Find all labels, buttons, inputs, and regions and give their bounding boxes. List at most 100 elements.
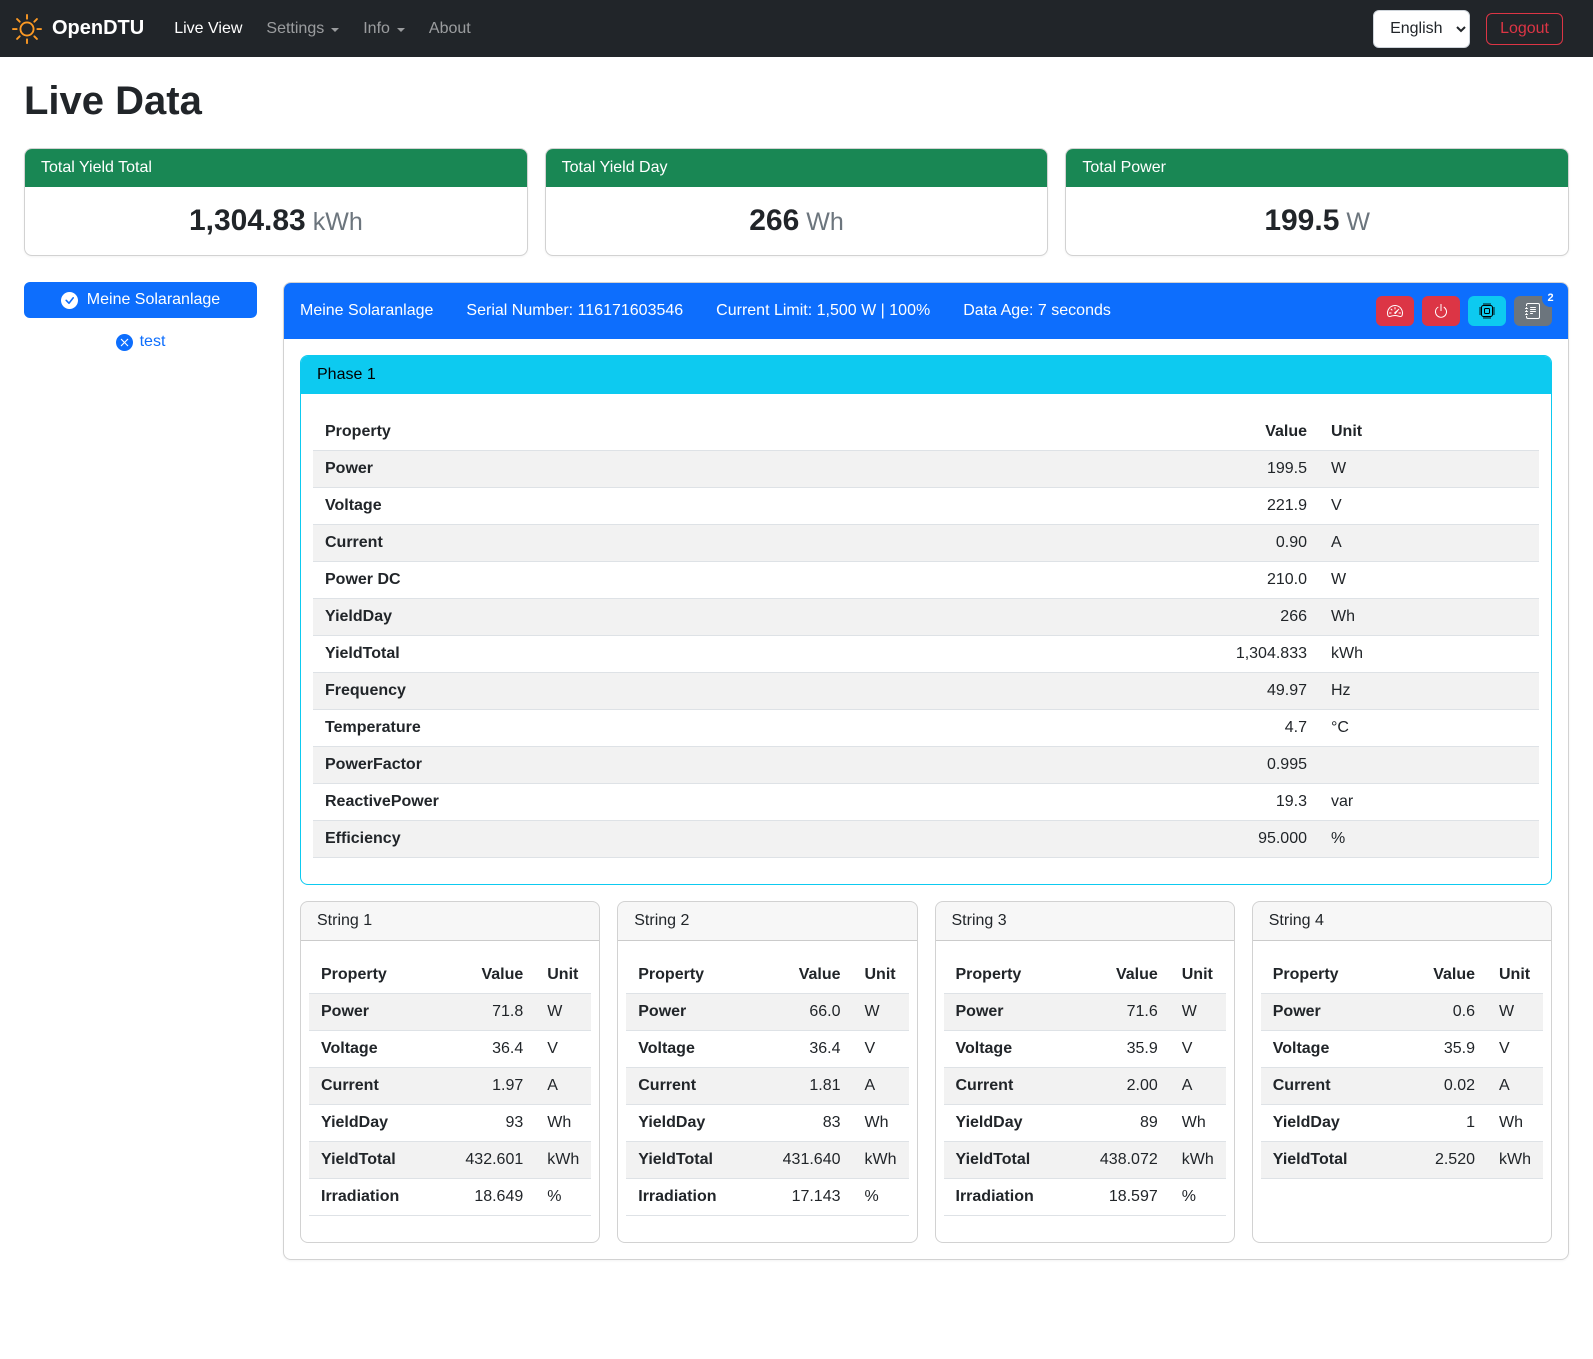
unit-cell: Wh [1170, 1105, 1226, 1142]
nav-item-label: Settings [266, 20, 324, 38]
language-select[interactable]: English [1373, 10, 1470, 48]
string-table-body: Power71.6WVoltage35.9VCurrent2.00AYieldD… [944, 994, 1226, 1216]
limit-settings-button[interactable] [1376, 296, 1414, 326]
nav-item-about[interactable]: About [417, 12, 483, 46]
property-cell: Power [313, 451, 1189, 488]
column-header-unit: Unit [1170, 957, 1226, 994]
string-table-body: Power71.8WVoltage36.4VCurrent1.97AYieldD… [309, 994, 591, 1216]
strings-row: String 1 Property Value Unit [300, 901, 1552, 1243]
column-header-property: Property [309, 957, 453, 994]
table-row: PowerFactor0.995 [313, 747, 1539, 784]
brand[interactable]: OpenDTU [12, 14, 144, 44]
value-cell: 71.8 [453, 994, 535, 1031]
property-cell: YieldTotal [944, 1142, 1088, 1179]
page-title: Live Data [24, 79, 1569, 124]
value-cell: 266 [1189, 599, 1319, 636]
table-header-row: Property Value Unit [309, 957, 591, 994]
table-row: Temperature4.7°C [313, 710, 1539, 747]
property-cell: Temperature [313, 710, 1189, 747]
table-row: Voltage36.4V [309, 1031, 591, 1068]
property-cell: Current [944, 1068, 1088, 1105]
property-cell: Voltage [944, 1031, 1088, 1068]
event-log-icon [1525, 303, 1541, 319]
string-card-title: String 3 [936, 902, 1234, 941]
unit-cell: W [535, 994, 591, 1031]
column-header-unit: Unit [853, 957, 909, 994]
property-cell: Efficiency [313, 821, 1189, 858]
summary-unit: W [1346, 208, 1370, 236]
value-cell: 0.02 [1405, 1068, 1487, 1105]
event-log-button[interactable]: 2 [1514, 296, 1552, 326]
inverter-panel: Meine Solaranlage Serial Number: 1161716… [283, 282, 1569, 1260]
summary-card-title: Total Power [1066, 149, 1568, 187]
table-row: ReactivePower19.3var [313, 784, 1539, 821]
table-row: Irradiation17.143% [626, 1179, 908, 1216]
inverter-panel-header: Meine Solaranlage Serial Number: 1161716… [284, 283, 1568, 339]
nav-item-info[interactable]: Info [351, 12, 417, 46]
summary-unit: kWh [313, 208, 363, 236]
value-cell: 18.649 [453, 1179, 535, 1216]
nav-item-live-view[interactable]: Live View [162, 12, 254, 46]
nav-item-label: About [429, 20, 471, 38]
string-card-title: String 4 [1253, 902, 1551, 941]
value-cell: 1.97 [453, 1068, 535, 1105]
unit-cell: A [1170, 1068, 1226, 1105]
summary-card-value: 199.5W [1066, 187, 1568, 255]
table-row: Frequency49.97Hz [313, 673, 1539, 710]
nav-item-settings[interactable]: Settings [254, 12, 351, 46]
event-count-badge: 2 [1542, 290, 1559, 307]
property-cell: YieldDay [944, 1105, 1088, 1142]
value-cell: 35.9 [1088, 1031, 1170, 1068]
inverter-name: Meine Solaranlage [300, 302, 433, 320]
main-grid: Meine Solaranlage test Meine Solaranlage… [24, 282, 1569, 1260]
property-cell: Voltage [626, 1031, 770, 1068]
table-row: YieldTotal432.601kWh [309, 1142, 591, 1179]
logout-button[interactable]: Logout [1486, 13, 1563, 45]
nav-item-label: Info [363, 20, 390, 38]
unit-cell: W [853, 994, 909, 1031]
device-info-button[interactable] [1468, 296, 1506, 326]
unit-cell: var [1319, 784, 1539, 821]
table-row: YieldTotal438.072kWh [944, 1142, 1226, 1179]
unit-cell: Wh [1319, 599, 1539, 636]
table-row: Voltage35.9V [944, 1031, 1226, 1068]
device-info-cpu-icon [1479, 303, 1495, 319]
table-row: Voltage35.9V [1261, 1031, 1543, 1068]
string-card-3: String 3 Property Value Unit [935, 901, 1235, 1243]
sidebar-item-test[interactable]: test [24, 333, 257, 351]
sun-icon [12, 14, 42, 44]
value-cell: 18.597 [1088, 1179, 1170, 1216]
power-toggle-button[interactable] [1422, 296, 1460, 326]
unit-cell: kWh [1319, 636, 1539, 673]
summary-card-total-power: Total Power 199.5W [1065, 148, 1569, 256]
value-cell: 71.6 [1088, 994, 1170, 1031]
unit-cell: W [1170, 994, 1226, 1031]
value-cell: 89 [1088, 1105, 1170, 1142]
phase-card: Phase 1 Property Value Unit Power199.5WV… [300, 355, 1552, 885]
value-cell: 221.9 [1189, 488, 1319, 525]
column-header-unit: Unit [535, 957, 591, 994]
table-row: YieldDay83Wh [626, 1105, 908, 1142]
column-header-property: Property [313, 414, 1189, 451]
unit-cell: A [853, 1068, 909, 1105]
value-cell: 1,304.833 [1189, 636, 1319, 673]
x-circle-icon [116, 334, 133, 351]
value-cell: 93 [453, 1105, 535, 1142]
value-cell: 36.4 [771, 1031, 853, 1068]
table-header-row: Property Value Unit [626, 957, 908, 994]
table-row: Current2.00A [944, 1068, 1226, 1105]
value-cell: 2.520 [1405, 1142, 1487, 1179]
table-row: Irradiation18.649% [309, 1179, 591, 1216]
table-row: Power DC210.0W [313, 562, 1539, 599]
value-cell: 83 [771, 1105, 853, 1142]
column-header-value: Value [1405, 957, 1487, 994]
property-cell: Current [313, 525, 1189, 562]
column-header-value: Value [453, 957, 535, 994]
summary-card-value: 266Wh [546, 187, 1048, 255]
table-row: YieldDay1Wh [1261, 1105, 1543, 1142]
property-cell: ReactivePower [313, 784, 1189, 821]
string-card-body: Property Value Unit Power71.6WVoltage35.… [936, 941, 1234, 1242]
sidebar-item-meine-solaranlage[interactable]: Meine Solaranlage [24, 282, 257, 318]
summary-value: 266 [749, 204, 799, 237]
property-cell: YieldDay [309, 1105, 453, 1142]
